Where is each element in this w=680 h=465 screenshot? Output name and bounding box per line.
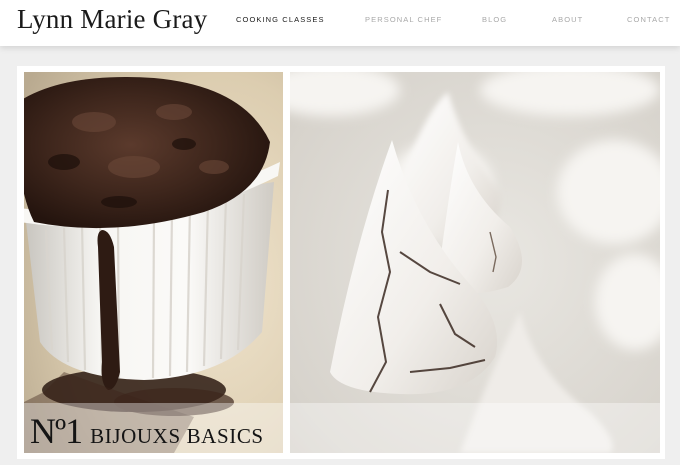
- meringue-image: [290, 72, 660, 453]
- feature-caption[interactable]: Nº1 BIJOUXS BASICS: [30, 411, 264, 451]
- souffle-photo[interactable]: [24, 72, 283, 453]
- nav-blog[interactable]: BLOG: [482, 15, 507, 24]
- nav-about[interactable]: ABOUT: [552, 15, 583, 24]
- nav-cooking-classes[interactable]: COOKING CLASSES: [236, 15, 325, 24]
- nav-personal-chef[interactable]: PERSONAL CHEF: [365, 15, 442, 24]
- meringue-photo[interactable]: [290, 72, 660, 453]
- souffle-image: [24, 72, 283, 453]
- feature-number: Nº1: [30, 411, 83, 451]
- nav-contact[interactable]: CONTACT: [627, 15, 670, 24]
- feature-title: BIJOUXS BASICS: [90, 424, 264, 448]
- main-nav: COOKING CLASSES PERSONAL CHEF BLOG ABOUT…: [0, 15, 680, 27]
- site-header: Lynn Marie Gray COOKING CLASSES PERSONAL…: [0, 0, 680, 46]
